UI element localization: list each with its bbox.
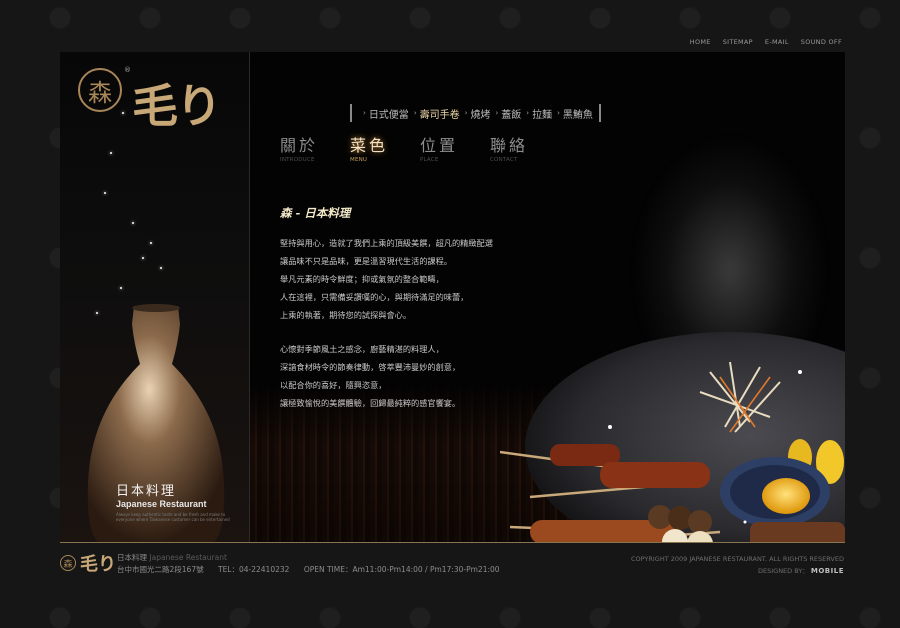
footer-copyright: COPYRIGHT 2009 JAPANESE RESTAURANT. ALL … bbox=[630, 555, 844, 563]
content-title: 森 - 日本料理 bbox=[280, 206, 351, 220]
sparkle bbox=[120, 287, 122, 289]
main-nav: 關於 INTRODUCE 菜色 MENU 位置 PLACE 聯絡 CONTACT bbox=[280, 132, 528, 163]
footer-info: 日本料理 Japanese Restaurant 台中市國光二路2段167號 T… bbox=[117, 552, 512, 576]
nav-label-zh: 菜色 bbox=[350, 136, 389, 155]
footer-designed-row: DESIGNED BY： MOBILE bbox=[631, 565, 844, 577]
bottle-tiny-text: Always keep authentic taste and be fresh… bbox=[116, 512, 230, 522]
content-line: 堅持與用心，造就了我們上乘的頂級美饌，超凡的精緻配選 bbox=[280, 238, 493, 248]
footer-address: 台中市國光二路2段167號 bbox=[117, 565, 204, 574]
content-line: 讓品味不只是品味，更是溫習現代生活的課程。 bbox=[280, 256, 452, 266]
arrow-right-icon: › bbox=[413, 109, 417, 117]
designer-link[interactable]: MOBILE bbox=[811, 567, 844, 575]
top-link-email[interactable]: E-MAIL bbox=[765, 38, 789, 46]
nav-label-en: MENU bbox=[350, 157, 368, 163]
submenu-label: 黑鮪魚 bbox=[562, 109, 593, 121]
sparkle bbox=[104, 192, 106, 194]
nav-place[interactable]: 位置 PLACE bbox=[420, 132, 458, 163]
nav-label-zh: 關於 bbox=[280, 136, 319, 155]
sparkle bbox=[142, 257, 144, 259]
nav-menu[interactable]: 菜色 MENU bbox=[350, 132, 388, 163]
nav-label-en: INTRODUCE bbox=[280, 157, 315, 163]
left-panel: 森 ® 毛り 日本料理 Japanese Restaurant Always k… bbox=[60, 52, 250, 542]
submenu-label: 拉麵 bbox=[532, 109, 553, 121]
arrow-right-icon: › bbox=[557, 109, 560, 117]
submenu-item-ramen[interactable]: › 拉麵 bbox=[521, 106, 552, 121]
submenu-label: 蓋飯 bbox=[501, 109, 522, 121]
submenu-item-yakitori[interactable]: › 燒烤 bbox=[460, 106, 491, 121]
arrow-right-icon: › bbox=[495, 109, 499, 117]
bottle-label-en: Japanese Restaurant bbox=[116, 499, 207, 509]
nav-contact[interactable]: 聯絡 CONTACT bbox=[490, 132, 528, 163]
brand-logo[interactable]: 森 ® 毛り bbox=[76, 66, 236, 166]
arrow-right-icon: › bbox=[526, 109, 530, 117]
top-link-sound-off[interactable]: SOUND OFF bbox=[801, 38, 842, 46]
footer-name-zh: 日本料理 bbox=[117, 553, 147, 562]
footer-divider bbox=[60, 542, 845, 543]
content-line: 人在這裡，只需備妥讚嘆的心，與期待滿足的味蕾， bbox=[280, 292, 469, 302]
footer-logo-text: 毛り bbox=[80, 554, 116, 575]
sparkle bbox=[132, 222, 134, 224]
arrow-right-icon: › bbox=[363, 109, 366, 117]
submenu-item-donburi[interactable]: › 蓋飯 bbox=[490, 106, 521, 121]
sparkle bbox=[160, 267, 162, 269]
bottle-label-jp: 日本料理 bbox=[116, 484, 177, 499]
main-stage: 森 ® 毛り 日本料理 Japanese Restaurant Always k… bbox=[60, 52, 845, 542]
submenu-item-tuna[interactable]: › 黑鮪魚 bbox=[552, 106, 593, 121]
content-line: 上乘的執著，期待您的試探與會心。 bbox=[280, 310, 412, 320]
top-links: HOME SITEMAP E-MAIL SOUND OFF bbox=[690, 38, 842, 46]
footer-designed-by: DESIGNED BY： bbox=[758, 567, 809, 575]
submenu-label: 日式便當 bbox=[368, 109, 409, 121]
footer-name-en: Japanese Restaurant bbox=[149, 553, 227, 562]
logo-seal-icon: 森 bbox=[78, 68, 122, 112]
footer-name-row: 日本料理 Japanese Restaurant bbox=[117, 552, 512, 564]
sparkle bbox=[150, 242, 152, 244]
content-line: 舉凡元素的時令鮮度；抑或氣氛的整合範疇， bbox=[280, 274, 444, 284]
submenu-label: 燒烤 bbox=[470, 109, 491, 121]
yakitori-plate-image bbox=[500, 332, 845, 542]
footer-hours: OPEN TIME：Am11:00-Pm14:00 / Pm17:30-Pm21… bbox=[303, 565, 500, 574]
submenu-label: 壽司手卷 bbox=[419, 109, 460, 121]
submenu-item-sushi[interactable]: › 壽司手卷 bbox=[409, 106, 460, 121]
steam-image bbox=[630, 132, 830, 362]
nav-introduce[interactable]: 關於 INTRODUCE bbox=[280, 132, 318, 163]
submenu-item-bento[interactable]: › 日式便當 bbox=[358, 106, 409, 121]
footer-credits: COPYRIGHT 2009 JAPANESE RESTAURANT. ALL … bbox=[631, 553, 844, 577]
nav-label-en: PLACE bbox=[420, 157, 439, 163]
registered-mark: ® bbox=[124, 66, 131, 74]
footer-contact-row: 台中市國光二路2段167號 TEL：04-22410232 OPEN TIME：… bbox=[117, 564, 512, 576]
nav-label-en: CONTACT bbox=[490, 157, 518, 163]
footer-tel: TEL：04-22410232 bbox=[217, 565, 290, 574]
footer-logo[interactable]: 森 毛り bbox=[60, 550, 116, 576]
top-link-sitemap[interactable]: SITEMAP bbox=[723, 38, 753, 46]
submenu-bar: › 日式便當 › 壽司手卷 › 燒烤 › 蓋飯 › 拉麵 › 黑鮪魚 bbox=[350, 104, 601, 122]
nav-label-zh: 聯絡 bbox=[490, 136, 529, 155]
footer-seal-icon: 森 bbox=[60, 555, 76, 571]
top-link-home[interactable]: HOME bbox=[690, 38, 711, 46]
nav-label-zh: 位置 bbox=[420, 136, 459, 155]
arrow-right-icon: › bbox=[464, 109, 468, 117]
logo-text: 毛り bbox=[132, 79, 222, 133]
